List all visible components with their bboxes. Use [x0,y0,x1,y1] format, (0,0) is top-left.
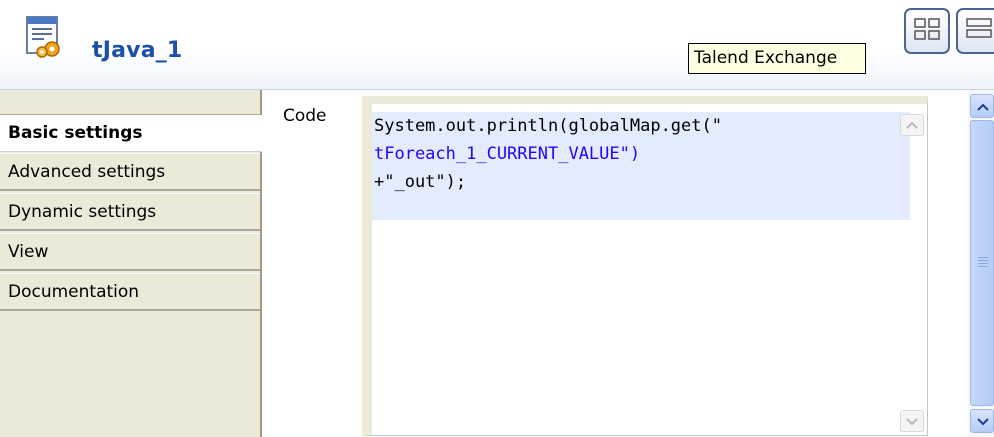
settings-tabs: Basic settings Advanced settings Dynamic… [0,90,262,437]
editor-scroll-up-button[interactable] [900,114,924,136]
tab-advanced-settings[interactable]: Advanced settings [0,153,260,191]
component-header: tJava_1 Talend Exchange [0,0,994,90]
code-editor[interactable]: System.out.println(globalMap.get(" tForea… [362,96,928,436]
component-title: tJava_1 [92,38,183,63]
code-line: System.out.println(globalMap.get(" [374,116,722,136]
grid-layout-button[interactable] [904,8,950,54]
grid-layout-icon [914,18,940,40]
scrollbar-thumb[interactable] [970,120,994,406]
tab-view[interactable]: View [0,233,260,271]
tab-basic-settings[interactable]: Basic settings [0,114,262,152]
list-layout-button[interactable] [956,8,994,54]
scroll-up-button[interactable] [970,94,994,118]
tab-documentation[interactable]: Documentation [0,273,260,311]
scroll-down-button[interactable] [970,409,994,433]
list-layout-icon [966,18,992,38]
code-text[interactable]: System.out.println(globalMap.get(" tForea… [372,112,910,220]
vertical-scrollbar[interactable] [968,90,994,437]
editor-scroll-down-button[interactable] [900,410,924,432]
chevron-down-icon [906,418,918,426]
code-line: +"_out"); [374,172,467,192]
tooltip: Talend Exchange [688,43,866,74]
java-component-icon [24,14,66,60]
chevron-up-icon [977,103,989,111]
code-label: Code [283,106,327,126]
chevron-up-icon [906,121,918,129]
tab-dynamic-settings[interactable]: Dynamic settings [0,193,260,231]
chevron-down-icon [977,418,989,426]
code-line: tForeach_1_CURRENT_VALUE") [374,144,641,164]
